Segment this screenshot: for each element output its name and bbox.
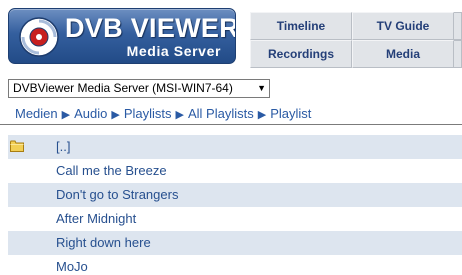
tab-timeline[interactable]: Timeline (250, 12, 352, 40)
disc-icon (19, 17, 59, 57)
list-item[interactable]: MoJo (8, 255, 462, 275)
breadcrumb-all-playlists[interactable]: All Playlists (188, 106, 254, 121)
tab-media[interactable]: Media (352, 40, 454, 68)
tab-overflow (454, 40, 462, 68)
folder-icon (10, 140, 24, 152)
playlist-list: [..] Call me the Breeze Don't go to Stra… (8, 135, 462, 275)
server-select-value: DVBViewer Media Server (MSI-WIN7-64) (13, 81, 233, 95)
list-item-label: Right down here (56, 235, 151, 250)
chevron-down-icon: ▼ (257, 83, 266, 93)
breadcrumb-separator-icon: ▶ (175, 109, 184, 121)
breadcrumb-medien[interactable]: Medien (15, 106, 58, 121)
server-select[interactable]: DVBViewer Media Server (MSI-WIN7-64) ▼ (8, 79, 270, 98)
list-item-label: MoJo (56, 259, 88, 274)
list-item-parent[interactable]: [..] (8, 135, 462, 159)
list-item[interactable]: Don't go to Strangers (8, 183, 462, 207)
app-header: DVB VIEWER Media Server Timeline TV Guid… (0, 0, 462, 72)
tab-recordings[interactable]: Recordings (250, 40, 352, 68)
breadcrumb-separator-icon: ▶ (111, 109, 120, 121)
list-item[interactable]: After Midnight (8, 207, 462, 231)
list-item-label: After Midnight (56, 211, 137, 226)
list-item-label: Call me the Breeze (56, 163, 167, 178)
logo: DVB VIEWER Media Server (8, 8, 236, 64)
logo-subtitle: Media Server (126, 43, 221, 59)
tab-tv-guide[interactable]: TV Guide (352, 12, 454, 40)
list-item[interactable]: Call me the Breeze (8, 159, 462, 183)
tab-overflow (454, 12, 462, 40)
list-item-label: [..] (56, 139, 71, 154)
breadcrumb-audio[interactable]: Audio (74, 106, 107, 121)
breadcrumb-playlist[interactable]: Playlist (270, 106, 311, 121)
logo-title: DVB VIEWER (65, 13, 236, 43)
breadcrumb: Medien ▶ Audio ▶ Playlists ▶ All Playlists ▶ Pla… (0, 102, 462, 125)
breadcrumb-separator-icon: ▶ (61, 109, 71, 121)
nav-tabs: Timeline TV Guide Recordings Media (250, 12, 462, 68)
list-item[interactable]: Right down here (8, 231, 462, 255)
breadcrumb-separator-icon: ▶ (257, 109, 267, 121)
breadcrumb-playlists[interactable]: Playlists (124, 106, 172, 121)
list-item-label: Don't go to Strangers (56, 187, 179, 202)
